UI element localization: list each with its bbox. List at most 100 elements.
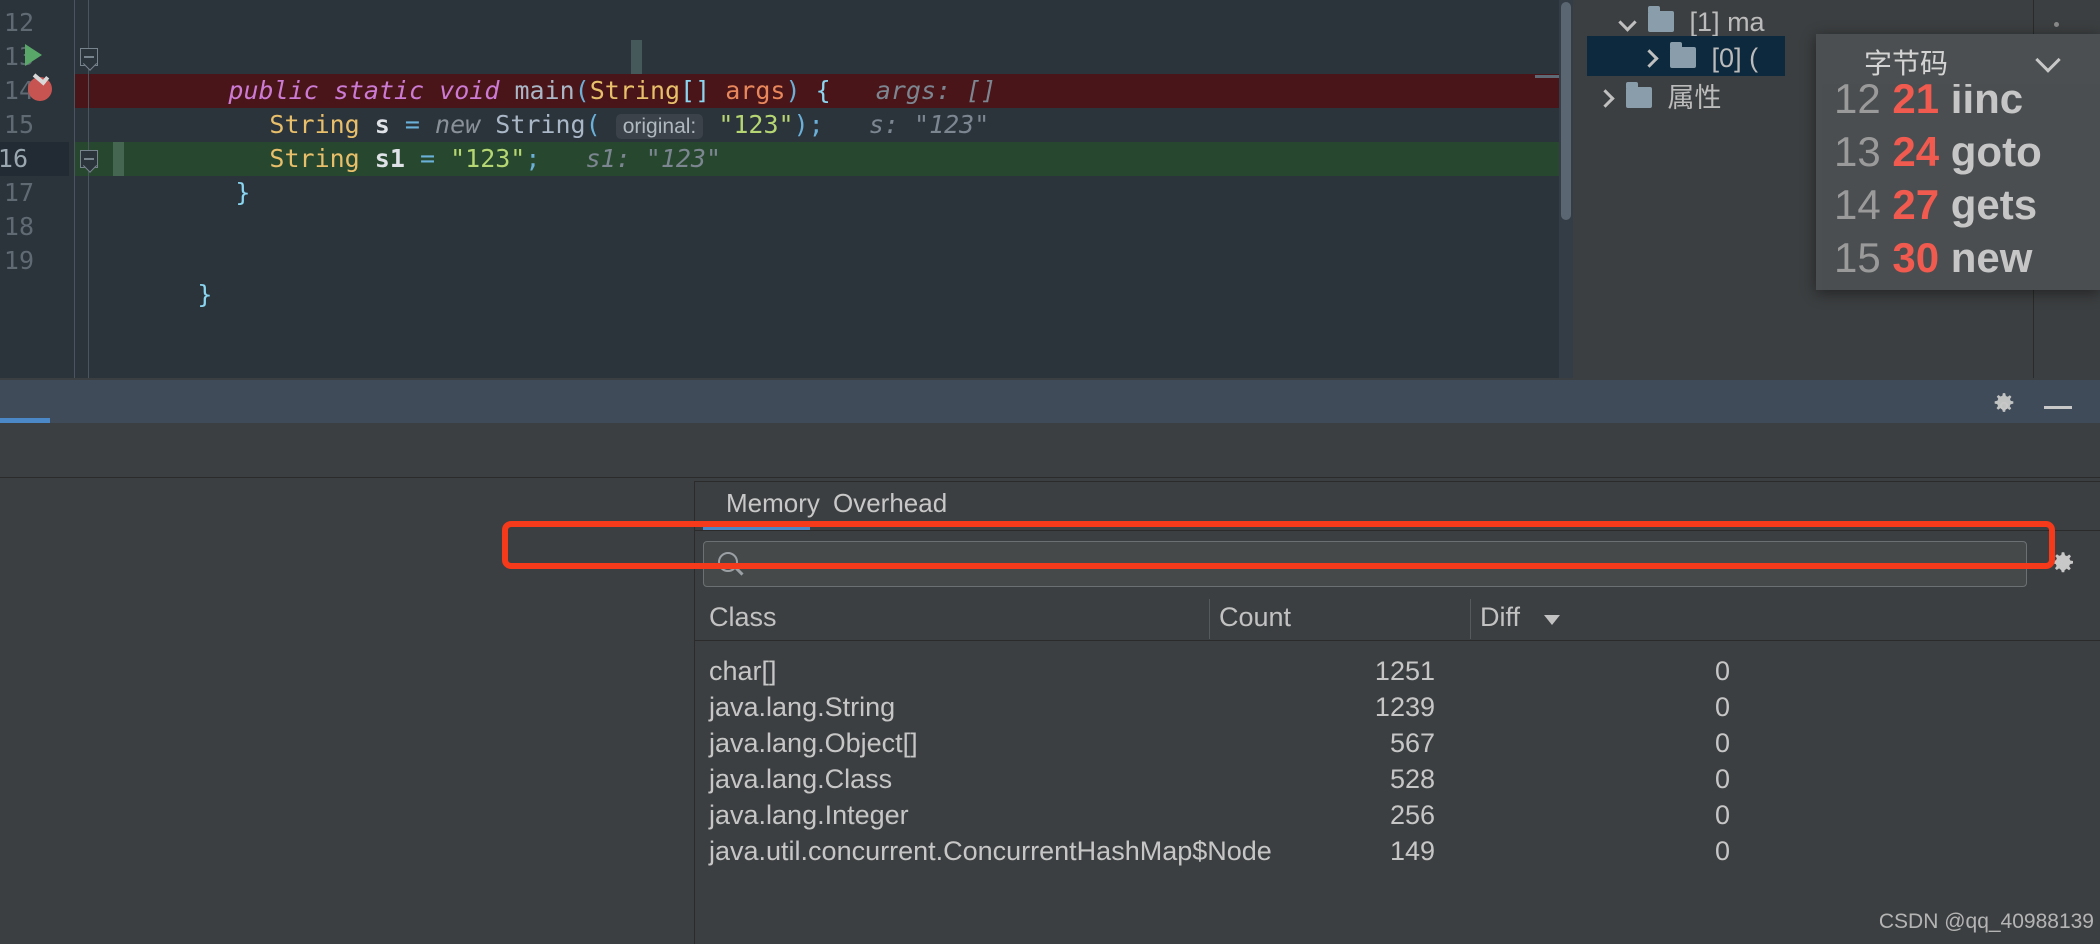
bytecode-popup-title: 字节码 [1864,48,1949,79]
search-box[interactable] [703,541,2027,587]
brace-close: } [235,178,251,207]
bytecode-offset: 33 [1892,287,1939,290]
bytecode-line-no: 16 [1834,287,1881,290]
line-number: 17 [3,178,34,207]
column-divider[interactable] [1470,599,1471,639]
debug-toolbar [0,423,2100,902]
bytecode-line-no: 12 [1834,84,1881,122]
memory-search-row [695,531,2100,593]
folder-icon [1626,82,1653,109]
bytecode-row: 15 30 new [1834,231,2032,284]
cell-diff: 0 [1714,656,1730,686]
debugger-left-pane [0,481,694,944]
tab-overhead[interactable]: Overhead [833,488,947,519]
column-divider[interactable] [1209,599,1210,639]
column-header-count[interactable]: Count [1219,593,1291,641]
editor-gutter[interactable]: 12 13 14 15 16 17 18 19 [0,0,75,378]
tree-item-label: [0] ( [1711,42,1759,73]
cell-count: 256 [1389,800,1435,830]
cell-class: java.lang.Integer [709,800,909,830]
cell-count: 149 [1389,836,1435,866]
line-number: 18 [3,212,34,241]
text-caret [113,142,124,176]
sort-descending-icon[interactable] [1544,615,1560,625]
bytecode-line-no: 14 [1834,181,1881,228]
chevron-right-icon[interactable] [1639,48,1659,68]
search-input[interactable] [752,548,1992,582]
table-row[interactable]: java.lang.String 1239 0 [695,689,2100,725]
watermark: CSDN @qq_40988139 [1878,910,2094,933]
line-number: 12 [3,8,34,37]
tree-item-frame-1[interactable]: [1] ma [1573,0,1779,40]
table-row[interactable]: java.lang.Class 528 0 [695,761,2100,797]
bytecode-popup-header: 字节码 [1816,34,2100,84]
bytecode-offset: 24 [1892,128,1940,175]
cell-class: java.lang.String [709,692,896,722]
cell-diff: 0 [1714,836,1730,866]
chevron-right-icon[interactable] [1595,88,1615,108]
brace-close: } [197,280,213,309]
cell-diff: 0 [1714,764,1730,794]
chevron-down-icon[interactable] [1617,12,1637,32]
bytecode-row: 14 27 gets [1834,178,2037,231]
code-line-13: public static void main(String[] args) {… [75,40,1573,105]
cell-class: java.lang.Object[] [709,728,918,758]
bytecode-list[interactable]: 12 21 iinc 13 24 goto 14 27 gets 15 30 n… [1822,84,2100,290]
line-number: 15 [3,110,34,139]
code-editor[interactable]: 12 13 14 15 16 17 18 19 public static vo… [0,0,1573,378]
table-row[interactable]: java.util.concurrent.ConcurrentHashMap$N… [695,833,2100,869]
cell-class: char[] [709,656,777,686]
chevron-down-icon[interactable] [2038,51,2060,73]
table-row[interactable]: char[] 1251 0 [695,653,2100,689]
table-row[interactable]: java.lang.Object[] 567 0 [695,725,2100,761]
folder-icon [1648,6,1675,33]
tree-item-frame-0[interactable]: [0] ( [1587,36,1785,76]
cell-diff: 0 [1714,692,1730,722]
cell-class: java.lang.Class [709,764,893,794]
column-header-class[interactable]: Class [709,593,777,641]
memory-tab-strip: Memory Overhead [695,482,2100,531]
cell-count: 567 [1389,728,1435,758]
bytecode-offset: 21 [1892,84,1940,122]
code-line-19: } [75,244,1573,309]
cell-diff: 0 [1714,728,1730,758]
bytecode-opcode: new [1950,234,2033,281]
table-row[interactable]: java.lang.Integer 256 0 [695,797,2100,833]
cell-count: 1239 [1374,692,1435,722]
text-caret [631,40,642,74]
search-icon [718,552,738,572]
bytecode-offset: 30 [1892,234,1940,281]
column-header-diff[interactable]: Diff [1480,593,1520,641]
editor-marker [1535,75,1559,78]
bytecode-opcode: iinc [1950,84,2024,122]
gear-icon[interactable] [2048,551,2078,581]
run-gutter-icon[interactable] [25,44,42,66]
table-header-row: Class Count Diff [695,593,2100,641]
breakpoint-verified-icon[interactable] [28,69,52,101]
editor-scrollbar-track[interactable] [1559,0,1573,378]
tree-item-label: 属性 [1667,82,1722,113]
code-line-16: } [75,142,1573,207]
code-line-14: String s = new String( original: "123");… [75,74,1573,139]
bytecode-line-no: 13 [1834,128,1881,175]
editor-scrollbar-thumb[interactable] [1561,2,1571,220]
code-line-15: String s1 = "123"; s1: "123" [75,108,1573,173]
minimize-icon[interactable] [2044,406,2072,409]
tree-item-label: [1] ma [1689,6,1765,37]
bytecode-opcode: goto [1950,128,2042,175]
cell-count: 1251 [1374,656,1435,686]
tab-memory[interactable]: Memory [726,488,820,519]
cell-diff: 0 [1714,800,1730,830]
cell-count: 528 [1389,764,1435,794]
debug-title-bar [0,380,2100,423]
bytecode-opcode: gets [1950,181,2038,228]
line-number-current: 16 [0,142,69,176]
tree-item-attributes[interactable]: 属性 [1573,76,1833,116]
bytecode-line-no: 15 [1834,234,1881,281]
bytecode-popup[interactable]: 字节码 12 21 iinc 13 24 goto 14 27 gets 15 … [1816,34,2100,290]
bytecode-row: 16 33 dup [1834,284,2028,290]
memory-table[interactable]: Class Count Diff char[] 1251 0 java.lang… [695,593,2100,944]
memory-panel: Memory Overhead Class Count Diff char[] … [694,481,2100,944]
bytecode-row: 12 21 iinc [1834,84,2023,125]
gear-icon[interactable] [1990,392,2018,420]
